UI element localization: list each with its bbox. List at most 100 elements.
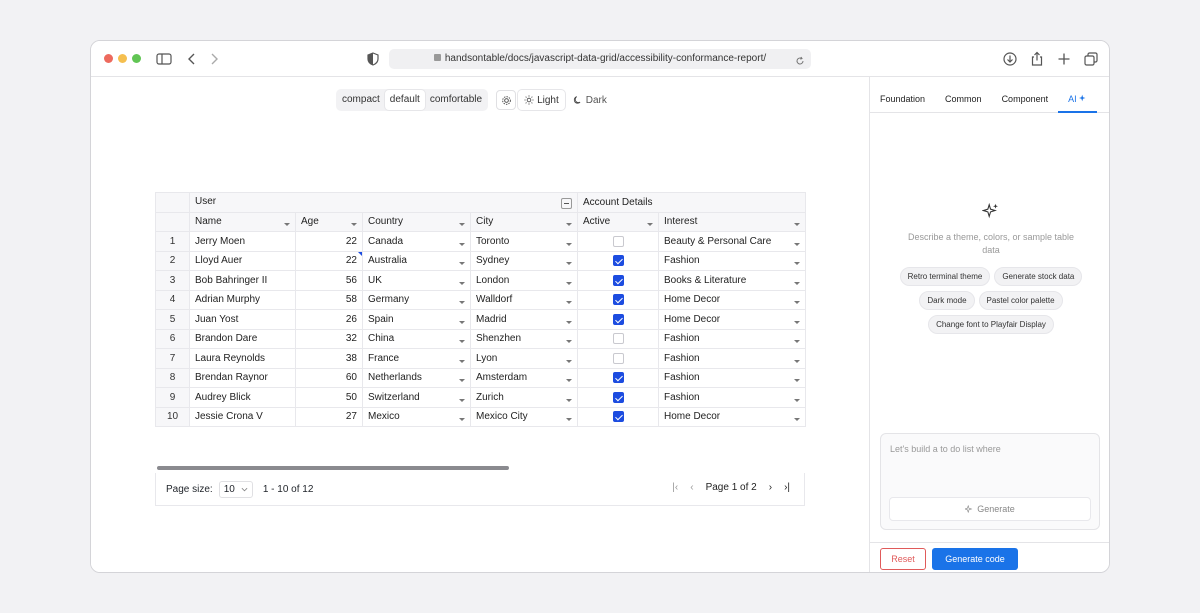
cell-age[interactable]: 32 (295, 328, 363, 349)
suggestion-chip[interactable]: Change font to Playfair Display (928, 315, 1054, 334)
sidebar-toggle-icon[interactable] (155, 50, 173, 68)
dropdown-icon[interactable] (459, 242, 465, 246)
cell-age[interactable]: 56 (295, 270, 363, 291)
tab-component[interactable]: Component (992, 91, 1059, 113)
cell-interest[interactable]: Fashion (657, 250, 807, 271)
cell-name[interactable]: Brendan Raynor (189, 367, 296, 388)
cell-name[interactable]: Laura Reynolds (189, 348, 296, 369)
dropdown-icon[interactable] (794, 281, 801, 285)
dropdown-icon[interactable] (459, 379, 465, 383)
cell-city[interactable]: Shenzhen (470, 328, 578, 349)
active-checkbox[interactable] (612, 274, 624, 286)
cell-city[interactable]: Toronto (470, 231, 578, 252)
dropdown-menu-icon[interactable] (351, 223, 357, 227)
cell-interest[interactable]: Beauty & Personal Care (657, 231, 807, 252)
cell-country[interactable]: Mexico (362, 406, 471, 427)
tab-ai[interactable]: AI (1058, 91, 1098, 113)
dropdown-icon[interactable] (566, 262, 572, 266)
dropdown-icon[interactable] (459, 398, 465, 402)
prompt-input[interactable]: Let's build a to do list where Generate (880, 433, 1100, 530)
cell-name[interactable]: Jessie Crona V (189, 406, 296, 427)
maximize-window-button[interactable] (132, 54, 141, 63)
cell-active[interactable] (577, 270, 659, 291)
column-header-active[interactable]: Active (577, 211, 659, 232)
minimize-window-button[interactable] (118, 54, 127, 63)
collapse-group-icon[interactable] (561, 197, 572, 209)
generate-code-button[interactable]: Generate code (932, 548, 1018, 570)
density-comfortable[interactable]: comfortable (425, 90, 487, 110)
cell-active[interactable] (577, 387, 659, 408)
cell-country[interactable]: UK (362, 270, 471, 291)
share-icon[interactable] (1028, 50, 1046, 68)
dropdown-icon[interactable] (566, 340, 572, 344)
dropdown-icon[interactable] (566, 418, 572, 422)
active-checkbox[interactable] (612, 411, 624, 423)
cell-country[interactable]: France (362, 348, 471, 369)
cell-name[interactable]: Bob Bahringer II (189, 270, 296, 291)
suggestion-chip[interactable]: Pastel color palette (978, 291, 1063, 310)
active-checkbox[interactable] (612, 294, 624, 306)
cell-city[interactable]: Amsterdam (470, 367, 578, 388)
privacy-shield-icon[interactable] (364, 50, 382, 68)
cell-country[interactable]: Canada (362, 231, 471, 252)
cell-city[interactable]: Mexico City (470, 406, 578, 427)
cell-name[interactable]: Lloyd Auer (189, 250, 296, 271)
dropdown-icon[interactable] (794, 398, 801, 402)
cell-name[interactable]: Jerry Moen (189, 231, 296, 252)
cell-city[interactable]: Madrid (470, 309, 578, 330)
cell-active[interactable] (577, 348, 659, 369)
dropdown-icon[interactable] (794, 379, 801, 383)
dropdown-icon[interactable] (794, 340, 801, 344)
horizontal-scrollbar[interactable] (157, 466, 509, 470)
cell-active[interactable] (577, 289, 659, 310)
cell-age[interactable]: 22 (295, 250, 363, 271)
cell-country[interactable]: Netherlands (362, 367, 471, 388)
active-checkbox[interactable] (612, 372, 624, 384)
suggestion-chip[interactable]: Generate stock data (994, 267, 1083, 286)
cell-interest[interactable]: Fashion (657, 387, 807, 408)
back-icon[interactable] (183, 50, 201, 68)
dropdown-icon[interactable] (794, 359, 801, 363)
cell-country[interactable]: Spain (362, 309, 471, 330)
cell-active[interactable] (577, 406, 659, 427)
active-checkbox[interactable] (612, 352, 624, 364)
cell-age[interactable]: 58 (295, 289, 363, 310)
cell-age[interactable]: 22 (295, 231, 363, 252)
reload-icon[interactable] (795, 54, 805, 65)
dropdown-icon[interactable] (459, 301, 465, 305)
previous-page-icon[interactable]: ‹ (690, 482, 693, 493)
new-tab-icon[interactable] (1055, 50, 1073, 68)
dropdown-menu-icon[interactable] (566, 223, 572, 227)
gear-icon[interactable] (496, 90, 517, 110)
forward-icon[interactable] (205, 50, 223, 68)
cell-city[interactable]: Lyon (470, 348, 578, 369)
dropdown-icon[interactable] (459, 281, 465, 285)
dropdown-icon[interactable] (459, 262, 465, 266)
cell-country[interactable]: China (362, 328, 471, 349)
tab-foundation[interactable]: Foundation (870, 91, 935, 113)
address-bar[interactable]: handsontable/docs/javascript-data-grid/a… (389, 49, 811, 69)
cell-age[interactable]: 60 (295, 367, 363, 388)
column-header-city[interactable]: City (470, 211, 578, 232)
dropdown-menu-icon[interactable] (647, 223, 653, 227)
light-theme-button[interactable]: Light (518, 90, 565, 110)
dropdown-icon[interactable] (459, 320, 465, 324)
cell-name[interactable]: Audrey Blick (189, 387, 296, 408)
cell-interest[interactable]: Books & Literature (657, 270, 807, 291)
cell-city[interactable]: Zurich (470, 387, 578, 408)
column-header-age[interactable]: Age (295, 211, 363, 232)
cell-city[interactable]: Sydney (470, 250, 578, 271)
dropdown-icon[interactable] (566, 379, 572, 383)
active-checkbox[interactable] (612, 235, 624, 247)
cell-interest[interactable]: Fashion (657, 348, 807, 369)
dropdown-icon[interactable] (794, 320, 801, 324)
cell-age[interactable]: 27 (295, 406, 363, 427)
column-header-interest[interactable]: Interest (657, 211, 807, 232)
cell-age[interactable]: 26 (295, 309, 363, 330)
dropdown-icon[interactable] (794, 262, 801, 266)
cell-interest[interactable]: Fashion (657, 328, 807, 349)
next-page-icon[interactable]: › (769, 482, 772, 493)
cell-active[interactable] (577, 231, 659, 252)
cell-name[interactable]: Adrian Murphy (189, 289, 296, 310)
dropdown-icon[interactable] (566, 359, 572, 363)
